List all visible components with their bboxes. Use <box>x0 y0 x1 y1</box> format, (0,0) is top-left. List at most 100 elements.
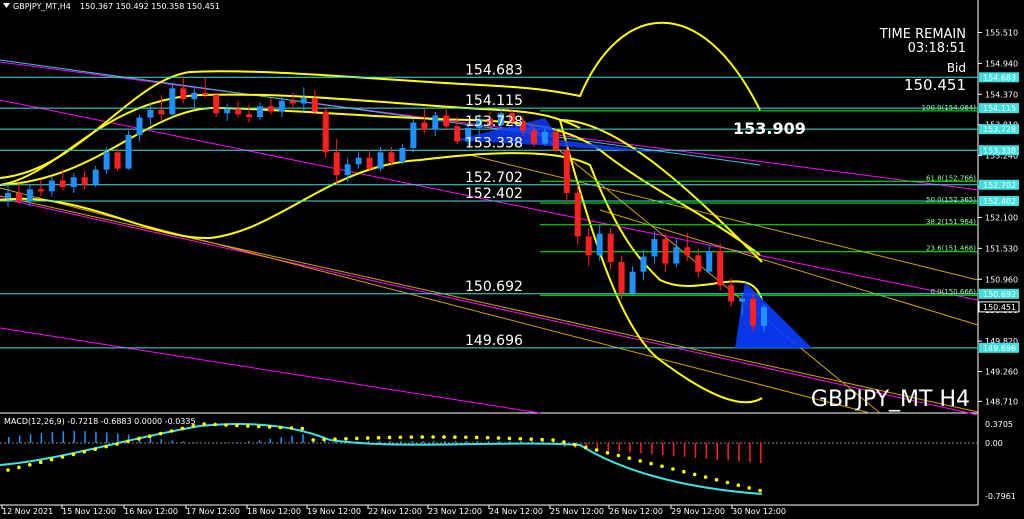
candle-body <box>114 152 121 169</box>
fib-label: 38.2(151.964) <box>926 218 976 226</box>
macd-signal-dot <box>703 475 708 479</box>
level-label: 153.728 <box>465 114 523 130</box>
fib-label: 50.0(152.365) <box>926 196 976 204</box>
symbol-timeframe: GBPJPY_MT,H4 <box>13 2 71 11</box>
macd-signal-dot <box>71 452 76 457</box>
price-tick-label: 152.100 <box>985 213 1018 222</box>
macd-histogram-bar <box>258 440 261 443</box>
macd-histogram-bar <box>378 441 381 443</box>
macd-signal-dot <box>191 424 196 428</box>
macd-histogram-bar <box>117 433 119 443</box>
macd-signal-dot <box>453 435 457 439</box>
macd-signal-dot <box>158 431 163 436</box>
macd-histogram-bar <box>29 434 32 443</box>
macd-signal-dot <box>6 468 10 472</box>
candle-body <box>15 193 22 202</box>
bid-value: 150.451 <box>904 76 966 94</box>
candle-body <box>695 255 702 272</box>
highlight-level-label: 153.909 <box>733 119 806 138</box>
level-label: 154.683 <box>465 62 523 78</box>
macd-histogram-bar <box>389 441 391 443</box>
macd-histogram-bar <box>400 441 402 443</box>
macd-signal-dot <box>278 425 283 430</box>
macd-histogram-bar <box>727 443 729 461</box>
candle-body <box>147 110 154 118</box>
macd-signal-dot <box>442 435 446 439</box>
candle-body <box>662 239 669 264</box>
macd-signal-dot <box>485 435 490 440</box>
macd-signal-dot <box>507 436 512 441</box>
candle-body <box>563 150 570 194</box>
candle-body <box>26 189 33 202</box>
candle-body <box>70 177 77 188</box>
macd-signal-dot <box>256 424 261 429</box>
macd-signal-dot <box>289 426 294 430</box>
time-tick-label: 30 Nov 12:00 <box>732 507 786 516</box>
candle-body <box>728 285 735 302</box>
macd-histogram-bar <box>247 441 250 443</box>
macd-signal-dot <box>551 438 555 442</box>
candle-body <box>158 110 165 115</box>
macd-signal-dot <box>747 486 751 490</box>
macd-signal-dot <box>126 439 130 444</box>
time-tick-label: 22 Nov 12:00 <box>368 507 422 516</box>
macd-signal-dot <box>180 426 185 431</box>
candle-body <box>213 94 220 114</box>
macd-histogram-bar <box>291 435 293 443</box>
candle-body <box>202 92 209 95</box>
macd-signal-dot <box>115 442 119 446</box>
level-label: 152.702 <box>465 170 523 186</box>
macd-axis-label: 0.3705 <box>985 420 1013 429</box>
macd-signal-dot <box>464 435 468 440</box>
candle-body <box>246 114 253 118</box>
time-remain-value: 03:18:51 <box>908 41 966 56</box>
macd-histogram-bar <box>149 437 152 443</box>
candle-body <box>300 98 307 104</box>
candle-body <box>92 169 99 185</box>
macd-signal-dot <box>267 425 272 429</box>
candle-body <box>421 122 428 130</box>
fib-label: 23.6(151.468) <box>926 245 976 253</box>
candle-body <box>574 193 581 237</box>
candle-body <box>224 108 231 114</box>
candle-body <box>618 261 625 294</box>
macd-histogram-bar <box>411 441 413 443</box>
macd-histogram-bar <box>662 443 664 456</box>
candle-body <box>585 236 592 256</box>
price-tag-label: 154.115 <box>983 104 1016 113</box>
macd-signal-dot <box>518 436 523 441</box>
macd-signal-dot <box>147 434 152 439</box>
candle-body <box>410 122 417 148</box>
time-tick-label: 18 Nov 12:00 <box>247 507 301 516</box>
macd-histogram-bar <box>618 443 620 452</box>
candle-body <box>103 152 110 170</box>
macd-signal-dot <box>474 435 479 440</box>
bid-label: Bid <box>947 61 966 75</box>
candle-body <box>629 271 636 294</box>
chart-canvas[interactable]: 100.0(154.064) 61.8(152.766) 50.0(152.365)… <box>0 0 1024 519</box>
macd-signal-dot <box>235 423 239 428</box>
macd-signal-dot <box>660 464 664 469</box>
candle-body <box>607 233 614 262</box>
macd-signal-dot <box>322 437 326 442</box>
macd-histogram-bar <box>73 431 75 443</box>
macd-histogram-bar <box>84 431 86 443</box>
fib-label: 0.0(150.666) <box>930 288 976 296</box>
macd-signal-dot <box>213 422 217 427</box>
macd-histogram-bar <box>487 441 490 443</box>
price-tick-label: 155.510 <box>985 28 1018 37</box>
macd-histogram-bar <box>454 441 457 443</box>
chart-header: GBPJPY_MT,H4 150.367 150.492 150.358 150… <box>3 2 220 11</box>
macd-signal-dot <box>387 435 392 440</box>
price-tag-label: 152.702 <box>983 181 1016 190</box>
macd-signal-dot <box>529 437 533 441</box>
macd-histogram-bar <box>62 431 64 443</box>
time-tick-label: 19 Nov 12:00 <box>307 507 361 516</box>
time-tick-label: 16 Nov 12:00 <box>124 507 178 516</box>
candle-body <box>278 100 285 112</box>
macd-signal-dot <box>49 457 54 462</box>
candle-body <box>366 157 373 169</box>
macd-histogram-bar <box>182 441 184 443</box>
macd-signal-dot <box>376 435 381 440</box>
macd-histogram-bar <box>444 441 446 443</box>
